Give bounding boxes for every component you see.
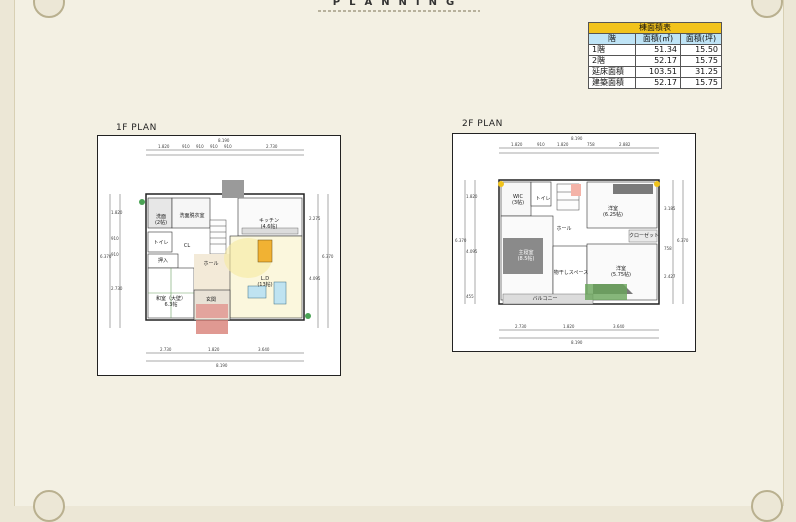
plan-2f-label: 2F PLAN [462, 119, 503, 129]
dim-left-total: 6.370 [100, 254, 112, 259]
room-balcony: バルコニー [532, 296, 558, 302]
header-sqm: 面積(㎡) [635, 33, 681, 45]
room-drying-space: 物干しスペース [553, 270, 589, 276]
dim-top-3: 910 [196, 144, 204, 149]
room-closet-2f: クローゼット [629, 233, 660, 239]
plan-2f-drawing [464, 147, 684, 339]
dim-left-4: 2.730 [111, 286, 123, 291]
row-sqm: 103.51 [635, 66, 681, 78]
room-closet: CL [183, 243, 191, 249]
dim-top-6: 2.730 [266, 144, 278, 149]
room-toilet: トイレ [153, 240, 169, 246]
plan-1f-label: 1F PLAN [116, 123, 157, 133]
dim-right-2: 758 [664, 246, 672, 251]
dim-top-1: 1.820 [511, 142, 523, 147]
area-table-caption: 棟面積表 [588, 22, 722, 34]
room-kitchen: キッチン (4.6帖) [258, 218, 279, 230]
room-toilet-2f: トイレ [535, 196, 551, 202]
row-tsubo: 31.25 [680, 66, 722, 78]
dim-right-2: 4.095 [309, 276, 321, 281]
room-hall-2f: ホール [556, 226, 572, 232]
dim-left-3: 910 [111, 252, 119, 257]
header-tsubo: 面積(坪) [680, 33, 722, 45]
dim-top-total: 8.190 [218, 138, 230, 143]
room-hall: ホール [203, 261, 219, 267]
room-wic: WIC (3帖) [511, 194, 525, 206]
dim-left-2: 910 [111, 236, 119, 241]
room-entrance: 玄関 [205, 297, 216, 303]
dim-top-2: 910 [537, 142, 545, 147]
room-dressing: 洗面脱衣室 [179, 213, 205, 219]
dim-bottom-total: 8.190 [571, 340, 583, 345]
dim-bottom-total: 8.190 [216, 363, 228, 368]
plan-1f-drawing [109, 149, 329, 362]
row-floor: 2階 [588, 55, 636, 67]
dim-bottom-3: 3.640 [613, 324, 625, 329]
room-ld: L.D (13帖) [257, 276, 273, 288]
row-tsubo: 15.75 [680, 55, 722, 67]
dim-top-2: 910 [182, 144, 190, 149]
room-master: 主寝室 (8.5帖) [517, 250, 535, 262]
dim-top-4: 910 [210, 144, 218, 149]
table-row: 2階 52.17 15.75 [588, 55, 722, 67]
dim-left-1: 1.820 [111, 210, 123, 215]
row-tsubo: 15.75 [680, 77, 722, 89]
room-wash: 洗面 (2帖) [154, 214, 168, 226]
page-title: PLANNING [332, 0, 464, 8]
dim-right-total: 6.370 [677, 238, 689, 243]
row-floor: 建築面積 [588, 77, 636, 89]
dim-bottom-2: 1.820 [563, 324, 575, 329]
room-yoshitsu-2: 洋室 (5.75帖) [610, 266, 632, 278]
room-washitsu: 和室（大壁） 6.3帖 [155, 296, 186, 308]
table-row: 延床面積 103.51 31.25 [588, 66, 722, 78]
dim-right-total: 6.370 [322, 254, 334, 259]
plan-2f: WIC (3帖) トイレ 洋室 (6.25帖) ホール 主寝室 (8.5帖) 物干しス… [452, 133, 696, 352]
dim-top-3: 1.820 [557, 142, 569, 147]
dim-top-4: 758 [587, 142, 595, 147]
dim-left-total: 6.370 [455, 238, 467, 243]
dim-top-5: 910 [224, 144, 232, 149]
plan-1f: 洗面 (2帖) 洗面脱衣室 キッチン (4.6帖) トイレ 押入 ホール 和室（大壁… [97, 135, 341, 376]
area-table: 棟面積表 階 面積(㎡) 面積(坪) 1階 51.34 15.50 2階 52.… [588, 22, 722, 89]
dim-left-2: 4.095 [466, 249, 478, 254]
title-underline [318, 10, 480, 12]
header-floor: 階 [588, 33, 636, 45]
room-yoshitsu-1: 洋室 (6.25帖) [602, 206, 624, 218]
dim-bottom-2: 1.820 [208, 347, 220, 352]
row-sqm: 51.34 [635, 44, 681, 56]
dim-right-1: 2.275 [309, 216, 321, 221]
corner-ring-bottom-left [33, 490, 65, 522]
dim-right-3: 2.427 [664, 274, 676, 279]
dim-left-1: 1.820 [466, 194, 478, 199]
dim-top-total: 8.190 [571, 136, 583, 141]
row-tsubo: 15.50 [680, 44, 722, 56]
corner-ring-bottom-right [751, 490, 783, 522]
dim-top-1: 1.820 [158, 144, 170, 149]
dim-bottom-1: 2.730 [160, 347, 172, 352]
dim-left-3: 455 [466, 294, 474, 299]
dim-bottom-3: 3.640 [258, 347, 270, 352]
table-row: 1階 51.34 15.50 [588, 44, 722, 56]
room-oshiire: 押入 [157, 258, 168, 264]
dim-right-1: 3.185 [664, 206, 676, 211]
row-floor: 1階 [588, 44, 636, 56]
dim-top-5: 2.882 [619, 142, 631, 147]
row-sqm: 52.17 [635, 55, 681, 67]
dim-bottom-1: 2.730 [515, 324, 527, 329]
row-floor: 延床面積 [588, 66, 636, 78]
row-sqm: 52.17 [635, 77, 681, 89]
table-row: 建築面積 52.17 15.75 [588, 77, 722, 89]
